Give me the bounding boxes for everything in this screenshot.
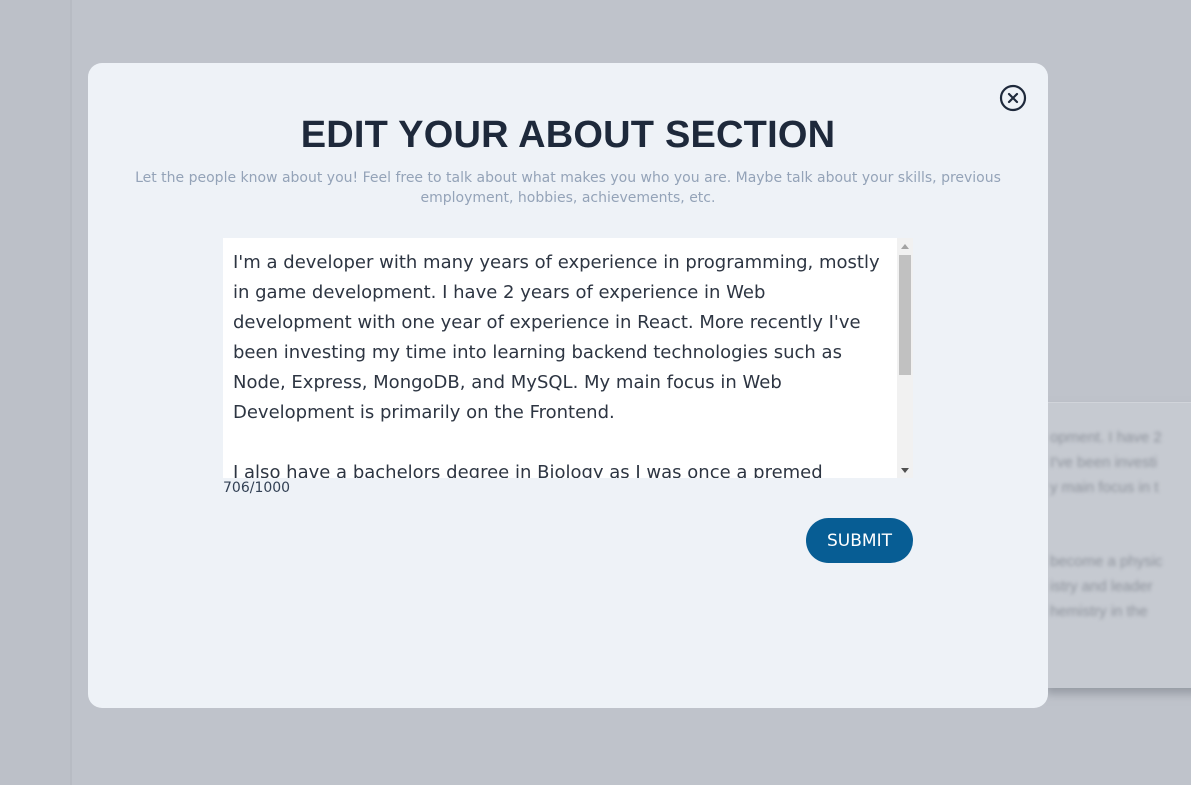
background-card-text: become a physic istry and leader hemistr… (1050, 549, 1191, 624)
modal-title: EDIT YOUR ABOUT SECTION (300, 114, 836, 156)
background-card-text: opment. I have 2 I've been investi y mai… (1050, 425, 1191, 500)
about-textarea[interactable] (223, 238, 897, 478)
close-button[interactable] (999, 84, 1027, 112)
scrollbar-thumb[interactable] (899, 255, 911, 375)
background-card-line: opment. I have 2 (1050, 429, 1162, 446)
modal-subtitle: Let the people know about you! Feel free… (135, 170, 1001, 206)
edit-about-modal: EDIT YOUR ABOUT SECTION Let the people k… (88, 63, 1048, 708)
background-card-line: I've been investi (1050, 454, 1158, 471)
close-circle-icon[interactable] (999, 84, 1027, 112)
submit-button[interactable]: SUBMIT (806, 518, 913, 563)
scroll-down-arrow-icon[interactable] (897, 462, 913, 478)
background-card-line: y main focus in t (1050, 479, 1159, 496)
about-textarea-container (223, 238, 913, 478)
character-counter: 706/1000 (223, 480, 291, 496)
background-sidebar (0, 0, 72, 785)
scroll-up-arrow-icon[interactable] (897, 238, 913, 254)
background-card-line: hemistry in the (1050, 603, 1148, 620)
background-about-card: opment. I have 2 I've been investi y mai… (1046, 402, 1191, 688)
background-card-line: istry and leader (1050, 578, 1153, 595)
textarea-scrollbar[interactable] (897, 238, 913, 478)
background-card-line: become a physic (1050, 553, 1163, 570)
